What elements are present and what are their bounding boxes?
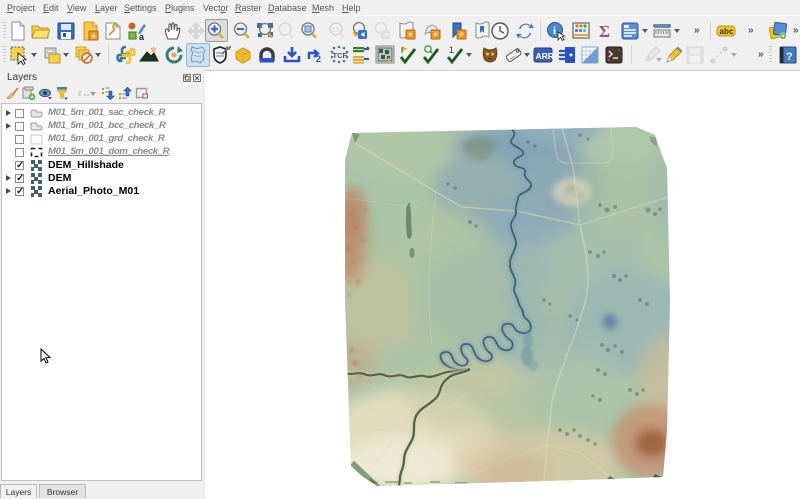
svg-text:a: a [139,32,145,41]
svg-text:2: 2 [316,54,321,64]
svg-text:1:1: 1:1 [332,28,341,34]
svg-text:1: 1 [449,45,454,55]
svg-text:i: i [553,25,556,37]
svg-text:TCF: TCF [333,51,348,60]
svg-text:Σ: Σ [599,22,610,41]
svg-text:?: ? [786,51,793,63]
svg-text:ε: ε [78,88,83,98]
svg-text:abc: abc [720,27,734,36]
svg-text:ARR: ARR [536,51,554,61]
